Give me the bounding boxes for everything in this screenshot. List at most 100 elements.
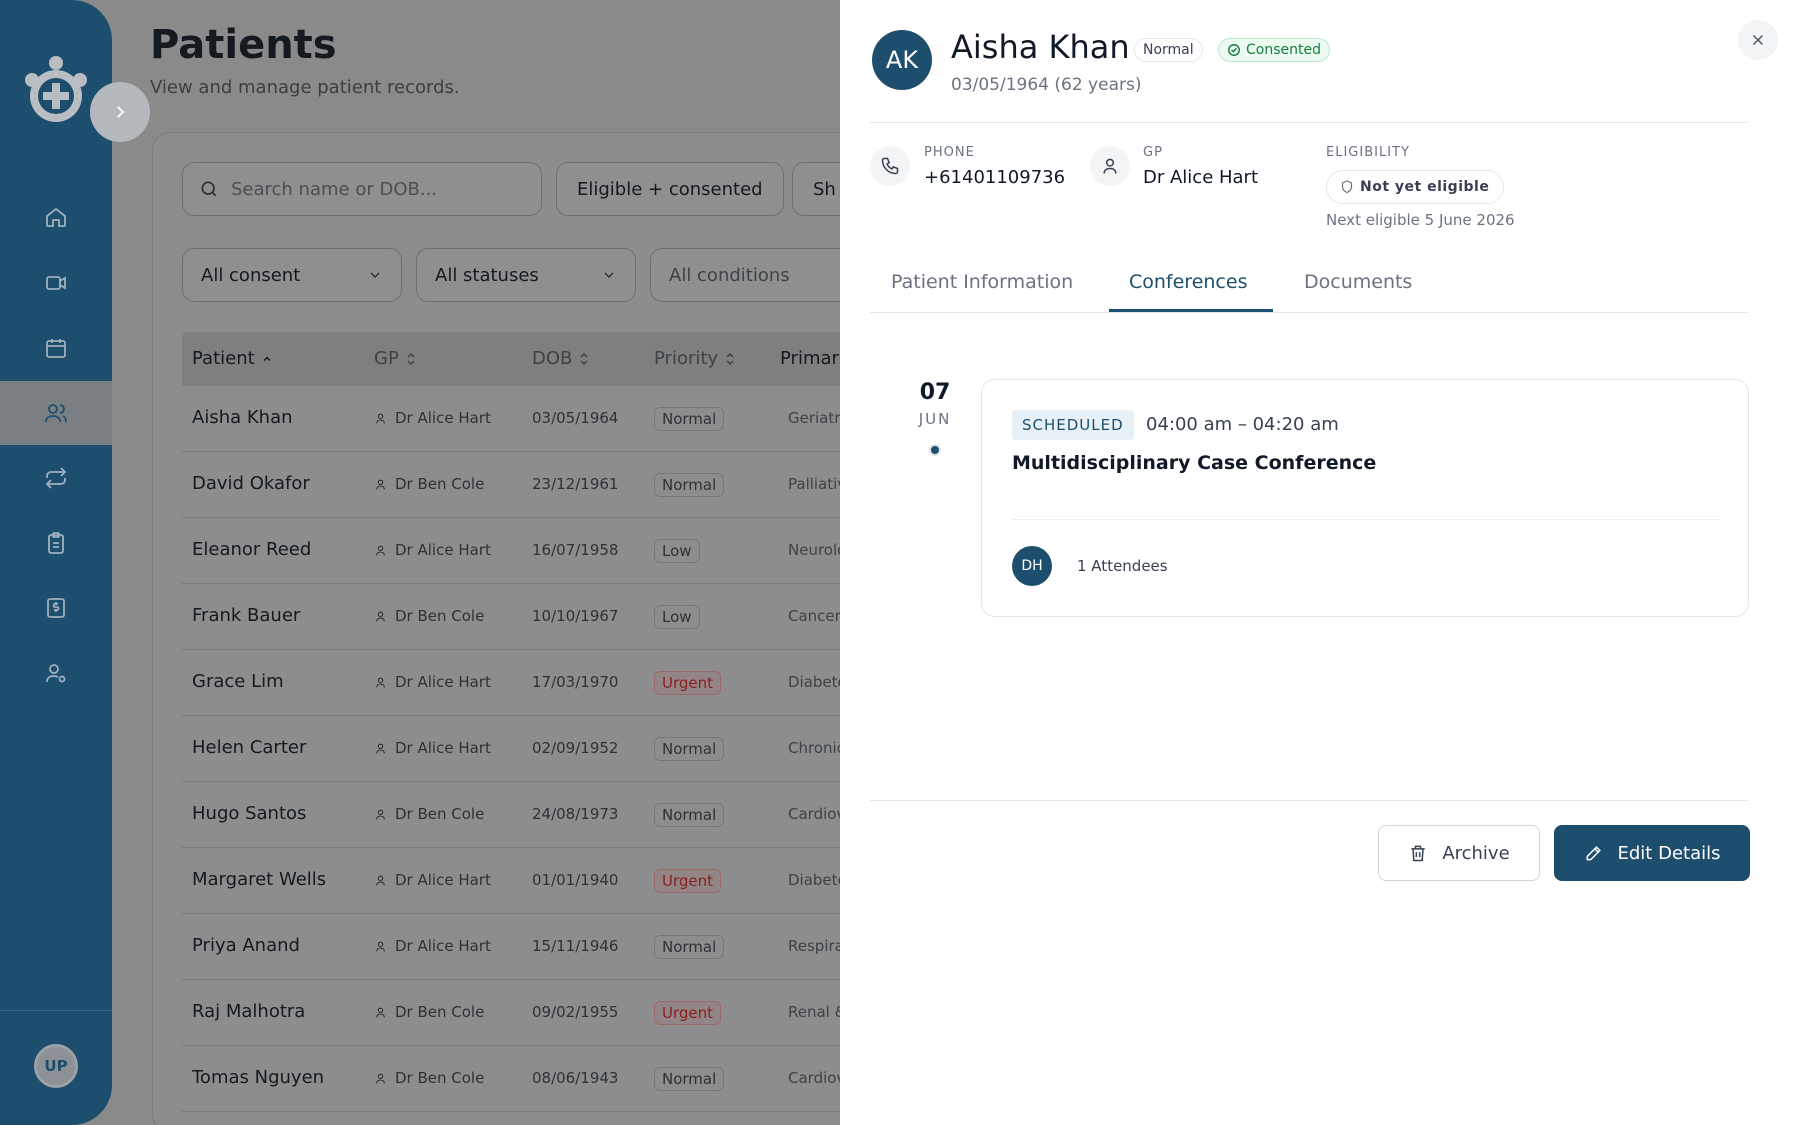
nav-referrals[interactable] xyxy=(0,446,112,510)
phone-icon-wrap xyxy=(870,146,910,186)
close-icon xyxy=(1752,34,1764,46)
users-icon xyxy=(45,404,67,423)
sort-icon xyxy=(726,352,734,365)
patient-name-cell: Frank Bauer xyxy=(192,605,301,626)
priority-badge: Normal xyxy=(654,737,725,761)
column-header-primary-condition[interactable]: Primar xyxy=(780,348,839,369)
nav-home[interactable] xyxy=(0,185,112,249)
dob-cell: 16/07/1958 xyxy=(532,541,619,559)
table-row[interactable]: Eleanor Reed Dr Alice Hart 16/07/1958 Low Ne… xyxy=(182,518,912,584)
user-avatar[interactable]: UP xyxy=(34,1044,78,1088)
gp-cell: Dr Ben Cole xyxy=(374,1069,484,1087)
column-header-priority[interactable]: Priority xyxy=(654,348,736,369)
tab-patient-information[interactable]: Patient Information xyxy=(891,271,1073,293)
conference-month: JUN xyxy=(918,410,952,428)
nav-user-settings[interactable] xyxy=(0,641,112,705)
user-icon xyxy=(376,413,385,423)
repeat-icon xyxy=(45,467,67,489)
sidebar-toggle-button[interactable] xyxy=(90,82,150,142)
eligibility-label: ELIGIBILITY xyxy=(1326,145,1410,160)
gp-cell: Dr Ben Cole xyxy=(374,805,484,823)
column-header-patient[interactable]: Patient xyxy=(192,348,273,369)
close-button[interactable] xyxy=(1738,20,1778,60)
table-row[interactable]: Raj Malhotra Dr Ben Cole 09/02/1955 Urgent R… xyxy=(182,980,912,1046)
patient-name-cell: Helen Carter xyxy=(192,737,307,758)
phone-icon xyxy=(881,157,899,175)
nav-calendar[interactable] xyxy=(0,316,112,380)
condition-select[interactable]: All conditions xyxy=(650,248,860,302)
table-row[interactable]: Frank Bauer Dr Ben Cole 10/10/1967 Low Cance… xyxy=(182,584,912,650)
phone-value[interactable]: +61401109736 xyxy=(924,167,1065,188)
user-icon xyxy=(376,677,385,687)
patient-name-cell: Hugo Santos xyxy=(192,803,307,824)
edit-details-button[interactable]: Edit Details xyxy=(1554,825,1750,881)
consent-select[interactable]: All consent xyxy=(182,248,402,302)
patient-avatar: AK xyxy=(872,30,932,90)
nav-video[interactable] xyxy=(0,251,112,315)
edit-icon xyxy=(1586,846,1601,861)
sidebar: UP xyxy=(0,0,112,1125)
table-row[interactable]: David Okafor Dr Ben Cole 23/12/1961 Normal P… xyxy=(182,452,912,518)
table-row[interactable]: Helen Carter Dr Alice Hart 02/09/1952 Norma… xyxy=(182,716,912,782)
gp-cell: Dr Ben Cole xyxy=(374,1003,484,1021)
priority-badge: Normal xyxy=(654,935,725,959)
trash-icon xyxy=(1411,845,1425,862)
table-row[interactable]: Aisha Khan Dr Alice Hart 03/05/1964 Normal G… xyxy=(182,386,912,452)
filter-eligible-consented-button[interactable]: Eligible + consented xyxy=(556,162,784,216)
consent-badge: Consented xyxy=(1218,38,1330,62)
user-icon xyxy=(376,611,385,621)
patient-dob: 03/05/1964 (62 years) xyxy=(951,75,1142,95)
priority-badge: Low xyxy=(654,605,700,629)
patient-name-cell: Raj Malhotra xyxy=(192,1001,306,1022)
user-icon xyxy=(376,743,385,753)
user-icon xyxy=(376,479,385,489)
user-icon xyxy=(376,809,385,819)
search-icon xyxy=(201,181,217,197)
check-circle-icon xyxy=(1228,44,1240,56)
patient-drawer: AK Aisha Khan Normal Consented 03/05/196… xyxy=(840,0,1800,1125)
gp-label: GP xyxy=(1143,145,1163,160)
search-input[interactable] xyxy=(231,178,511,200)
nav-billing[interactable] xyxy=(0,576,112,640)
gp-cell: Dr Alice Hart xyxy=(374,673,491,691)
user-icon xyxy=(376,1073,385,1083)
table-row[interactable]: Margaret Wells Dr Alice Hart 01/01/1940 Urg… xyxy=(182,848,912,914)
chevron-right-icon xyxy=(117,106,125,118)
search-box[interactable] xyxy=(182,162,542,216)
video-icon xyxy=(46,276,66,290)
gp-cell: Dr Alice Hart xyxy=(374,739,491,757)
sort-icon xyxy=(580,352,588,365)
patient-name-cell: Tomas Nguyen xyxy=(192,1067,325,1088)
timeline-dot xyxy=(929,444,941,456)
dob-cell: 15/11/1946 xyxy=(532,937,619,955)
table-row[interactable]: Grace Lim Dr Alice Hart 17/03/1970 Urgent Di… xyxy=(182,650,912,716)
nav-tasks[interactable] xyxy=(0,511,112,575)
priority-badge: Low xyxy=(654,539,700,563)
calendar-icon xyxy=(46,339,66,358)
user-icon xyxy=(1103,158,1117,174)
sort-icon xyxy=(407,352,415,365)
status-select[interactable]: All statuses xyxy=(416,248,636,302)
priority-badge: Normal xyxy=(654,407,725,431)
dob-cell: 24/08/1973 xyxy=(532,805,619,823)
gp-cell: Dr Alice Hart xyxy=(374,871,491,889)
sidebar-divider xyxy=(0,1010,112,1011)
priority-badge: Urgent xyxy=(654,671,722,695)
table-row[interactable]: Hugo Santos Dr Ben Cole 24/08/1973 Normal Ca… xyxy=(182,782,912,848)
tab-conferences[interactable]: Conferences xyxy=(1129,271,1247,293)
tab-documents[interactable]: Documents xyxy=(1304,271,1412,293)
table-row[interactable]: Priya Anand Dr Alice Hart 15/11/1946 Normal… xyxy=(182,914,912,980)
next-eligible-date: Next eligible 5 June 2026 xyxy=(1326,211,1515,229)
column-header-dob[interactable]: DOB xyxy=(532,348,590,369)
column-header-gp[interactable]: GP xyxy=(374,348,417,369)
gp-icon-wrap xyxy=(1090,146,1130,186)
table-row[interactable]: Tomas Nguyen Dr Ben Cole 08/06/1943 Normal C… xyxy=(182,1046,912,1112)
conference-card[interactable]: SCHEDULED 04:00 am – 04:20 am Multidisci… xyxy=(981,379,1749,617)
dob-cell: 03/05/1964 xyxy=(532,409,619,427)
patient-name-cell: Eleanor Reed xyxy=(192,539,312,560)
nav-patients[interactable] xyxy=(0,381,112,445)
shield-icon xyxy=(1341,180,1353,194)
patient-initials: AK xyxy=(885,46,919,74)
active-tab-indicator xyxy=(1109,309,1273,312)
archive-button[interactable]: Archive xyxy=(1378,825,1540,881)
